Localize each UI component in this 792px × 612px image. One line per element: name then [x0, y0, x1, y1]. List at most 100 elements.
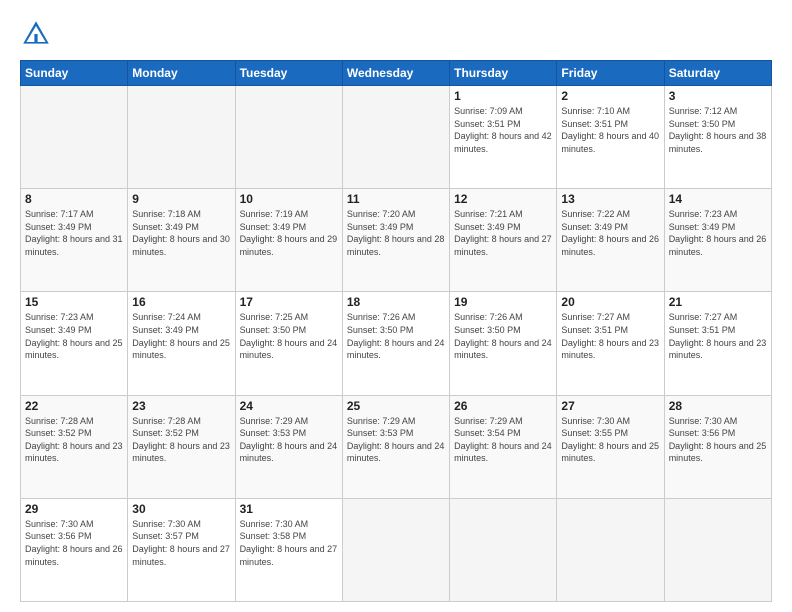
- calendar-cell: 2 Sunrise: 7:10 AMSunset: 3:51 PMDaylight…: [557, 86, 664, 189]
- calendar-week-row: 29 Sunrise: 7:30 AMSunset: 3:56 PMDayligh…: [21, 498, 772, 601]
- day-number: 18: [347, 295, 445, 309]
- calendar-cell: [557, 498, 664, 601]
- day-number: 17: [240, 295, 338, 309]
- day-number: 21: [669, 295, 767, 309]
- calendar-cell: 29 Sunrise: 7:30 AMSunset: 3:56 PMDayligh…: [21, 498, 128, 601]
- weekday-header-friday: Friday: [557, 61, 664, 86]
- day-info: Sunrise: 7:19 AMSunset: 3:49 PMDaylight:…: [240, 208, 338, 258]
- day-number: 2: [561, 89, 659, 103]
- calendar-table: SundayMondayTuesdayWednesdayThursdayFrid…: [20, 60, 772, 602]
- day-number: 13: [561, 192, 659, 206]
- calendar-cell: 18 Sunrise: 7:26 AMSunset: 3:50 PMDayligh…: [342, 292, 449, 395]
- calendar-cell: 23 Sunrise: 7:28 AMSunset: 3:52 PMDayligh…: [128, 395, 235, 498]
- weekday-header-wednesday: Wednesday: [342, 61, 449, 86]
- day-number: 11: [347, 192, 445, 206]
- calendar-cell: [664, 498, 771, 601]
- day-info: Sunrise: 7:30 AMSunset: 3:57 PMDaylight:…: [132, 518, 230, 568]
- calendar-week-row: 1 Sunrise: 7:09 AMSunset: 3:51 PMDaylight…: [21, 86, 772, 189]
- day-number: 16: [132, 295, 230, 309]
- day-number: 3: [669, 89, 767, 103]
- day-info: Sunrise: 7:30 AMSunset: 3:56 PMDaylight:…: [25, 518, 123, 568]
- page: SundayMondayTuesdayWednesdayThursdayFrid…: [0, 0, 792, 612]
- calendar-cell: 1 Sunrise: 7:09 AMSunset: 3:51 PMDaylight…: [450, 86, 557, 189]
- day-info: Sunrise: 7:30 AMSunset: 3:58 PMDaylight:…: [240, 518, 338, 568]
- day-info: Sunrise: 7:29 AMSunset: 3:54 PMDaylight:…: [454, 415, 552, 465]
- day-info: Sunrise: 7:29 AMSunset: 3:53 PMDaylight:…: [240, 415, 338, 465]
- weekday-header-sunday: Sunday: [21, 61, 128, 86]
- day-number: 23: [132, 399, 230, 413]
- calendar-cell: 31 Sunrise: 7:30 AMSunset: 3:58 PMDayligh…: [235, 498, 342, 601]
- calendar-cell: 3Sunrise: 7:12 AMSunset: 3:50 PMDaylight…: [664, 86, 771, 189]
- day-number: 28: [669, 399, 767, 413]
- weekday-header-thursday: Thursday: [450, 61, 557, 86]
- logo-icon: [20, 18, 52, 50]
- day-info: Sunrise: 7:23 AMSunset: 3:49 PMDaylight:…: [25, 311, 123, 361]
- calendar-cell: 20 Sunrise: 7:27 AMSunset: 3:51 PMDayligh…: [557, 292, 664, 395]
- calendar-cell: 11 Sunrise: 7:20 AMSunset: 3:49 PMDayligh…: [342, 189, 449, 292]
- calendar-cell: [235, 86, 342, 189]
- calendar-cell: 30Sunrise: 7:30 AMSunset: 3:57 PMDayligh…: [128, 498, 235, 601]
- calendar-cell: [342, 498, 449, 601]
- day-info: Sunrise: 7:24 AMSunset: 3:49 PMDaylight:…: [132, 311, 230, 361]
- day-number: 8: [25, 192, 123, 206]
- day-info: Sunrise: 7:22 AMSunset: 3:49 PMDaylight:…: [561, 208, 659, 258]
- calendar-cell: 16 Sunrise: 7:24 AMSunset: 3:49 PMDayligh…: [128, 292, 235, 395]
- day-number: 19: [454, 295, 552, 309]
- day-info: Sunrise: 7:27 AMSunset: 3:51 PMDaylight:…: [561, 311, 659, 361]
- day-info: Sunrise: 7:26 AMSunset: 3:50 PMDaylight:…: [454, 311, 552, 361]
- calendar-cell: [342, 86, 449, 189]
- calendar-cell: [450, 498, 557, 601]
- weekday-header-tuesday: Tuesday: [235, 61, 342, 86]
- day-info: Sunrise: 7:18 AMSunset: 3:49 PMDaylight:…: [132, 208, 230, 258]
- day-info: Sunrise: 7:30 AMSunset: 3:55 PMDaylight:…: [561, 415, 659, 465]
- day-number: 9: [132, 192, 230, 206]
- day-info: Sunrise: 7:28 AMSunset: 3:52 PMDaylight:…: [132, 415, 230, 465]
- day-info: Sunrise: 7:29 AMSunset: 3:53 PMDaylight:…: [347, 415, 445, 465]
- calendar-cell: 14Sunrise: 7:23 AMSunset: 3:49 PMDayligh…: [664, 189, 771, 292]
- logo: [20, 18, 56, 50]
- day-number: 20: [561, 295, 659, 309]
- calendar-cell: 24 Sunrise: 7:29 AMSunset: 3:53 PMDayligh…: [235, 395, 342, 498]
- weekday-header-saturday: Saturday: [664, 61, 771, 86]
- calendar-cell: 9 Sunrise: 7:18 AMSunset: 3:49 PMDaylight…: [128, 189, 235, 292]
- calendar-cell: 27 Sunrise: 7:30 AMSunset: 3:55 PMDayligh…: [557, 395, 664, 498]
- day-info: Sunrise: 7:27 AMSunset: 3:51 PMDaylight:…: [669, 311, 767, 361]
- day-info: Sunrise: 7:28 AMSunset: 3:52 PMDaylight:…: [25, 415, 123, 465]
- calendar-cell: 22 Sunrise: 7:28 AMSunset: 3:52 PMDayligh…: [21, 395, 128, 498]
- day-info: Sunrise: 7:25 AMSunset: 3:50 PMDaylight:…: [240, 311, 338, 361]
- day-number: 1: [454, 89, 552, 103]
- calendar-cell: 26 Sunrise: 7:29 AMSunset: 3:54 PMDayligh…: [450, 395, 557, 498]
- weekday-header-row: SundayMondayTuesdayWednesdayThursdayFrid…: [21, 61, 772, 86]
- day-number: 12: [454, 192, 552, 206]
- day-info: Sunrise: 7:09 AMSunset: 3:51 PMDaylight:…: [454, 105, 552, 155]
- calendar-week-row: 22 Sunrise: 7:28 AMSunset: 3:52 PMDayligh…: [21, 395, 772, 498]
- calendar-cell: 10 Sunrise: 7:19 AMSunset: 3:49 PMDayligh…: [235, 189, 342, 292]
- calendar-cell: 15 Sunrise: 7:23 AMSunset: 3:49 PMDayligh…: [21, 292, 128, 395]
- day-info: Sunrise: 7:20 AMSunset: 3:49 PMDaylight:…: [347, 208, 445, 258]
- day-number: 29: [25, 502, 123, 516]
- calendar-cell: 12 Sunrise: 7:21 AMSunset: 3:49 PMDayligh…: [450, 189, 557, 292]
- day-info: Sunrise: 7:26 AMSunset: 3:50 PMDaylight:…: [347, 311, 445, 361]
- calendar-cell: 13 Sunrise: 7:22 AMSunset: 3:49 PMDayligh…: [557, 189, 664, 292]
- calendar-cell: 25 Sunrise: 7:29 AMSunset: 3:53 PMDayligh…: [342, 395, 449, 498]
- day-number: 22: [25, 399, 123, 413]
- calendar-cell: 8Sunrise: 7:17 AMSunset: 3:49 PMDaylight…: [21, 189, 128, 292]
- day-info: Sunrise: 7:10 AMSunset: 3:51 PMDaylight:…: [561, 105, 659, 155]
- day-number: 26: [454, 399, 552, 413]
- calendar-cell: 19 Sunrise: 7:26 AMSunset: 3:50 PMDayligh…: [450, 292, 557, 395]
- calendar-cell: [128, 86, 235, 189]
- day-number: 27: [561, 399, 659, 413]
- calendar-week-row: 15 Sunrise: 7:23 AMSunset: 3:49 PMDayligh…: [21, 292, 772, 395]
- calendar-cell: [21, 86, 128, 189]
- day-number: 14: [669, 192, 767, 206]
- day-info: Sunrise: 7:21 AMSunset: 3:49 PMDaylight:…: [454, 208, 552, 258]
- day-number: 25: [347, 399, 445, 413]
- day-number: 24: [240, 399, 338, 413]
- day-number: 10: [240, 192, 338, 206]
- calendar-cell: 28 Sunrise: 7:30 AMSunset: 3:56 PMDayligh…: [664, 395, 771, 498]
- day-number: 31: [240, 502, 338, 516]
- header: [20, 18, 772, 50]
- day-info: Sunrise: 7:30 AMSunset: 3:56 PMDaylight:…: [669, 415, 767, 465]
- day-number: 15: [25, 295, 123, 309]
- calendar-cell: 17 Sunrise: 7:25 AMSunset: 3:50 PMDayligh…: [235, 292, 342, 395]
